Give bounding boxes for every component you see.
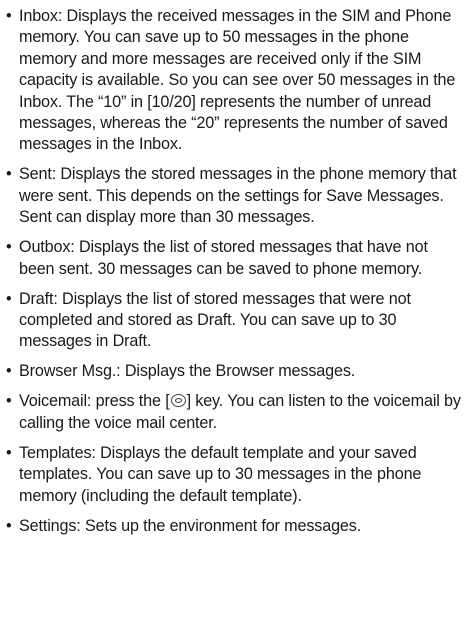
list-item-outbox: Outbox: Displays the list of stored mess… [6,237,461,280]
list-item-settings: Settings: Sets up the environment for me… [6,516,461,538]
voicemail-text-before: Voicemail: press the [ [19,392,170,411]
settings-description: Settings: Sets up the environment for me… [19,516,362,535]
list-item-sent: Sent: Displays the stored messages in th… [6,164,461,228]
browser-msg-description: Browser Msg.: Displays the Browser messa… [19,362,356,381]
list-item-voicemail: Voicemail: press the [] key. You can lis… [6,391,461,434]
list-item-inbox: Inbox: Displays the received messages in… [6,6,461,156]
ok-key-icon [170,394,186,408]
outbox-description: Outbox: Displays the list of stored mess… [19,238,428,278]
templates-description: Templates: Displays the default template… [19,443,422,505]
inbox-description: Inbox: Displays the received messages in… [19,7,456,154]
sent-description: Sent: Displays the stored messages in th… [19,165,457,227]
list-item-browser-msg: Browser Msg.: Displays the Browser messa… [6,361,461,383]
document-page: Inbox: Displays the received messages in… [0,0,467,630]
draft-description: Draft: Displays the list of stored messa… [19,289,411,351]
list-item-templates: Templates: Displays the default template… [6,443,461,507]
message-folder-list: Inbox: Displays the received messages in… [6,6,461,538]
list-item-draft: Draft: Displays the list of stored messa… [6,289,461,353]
